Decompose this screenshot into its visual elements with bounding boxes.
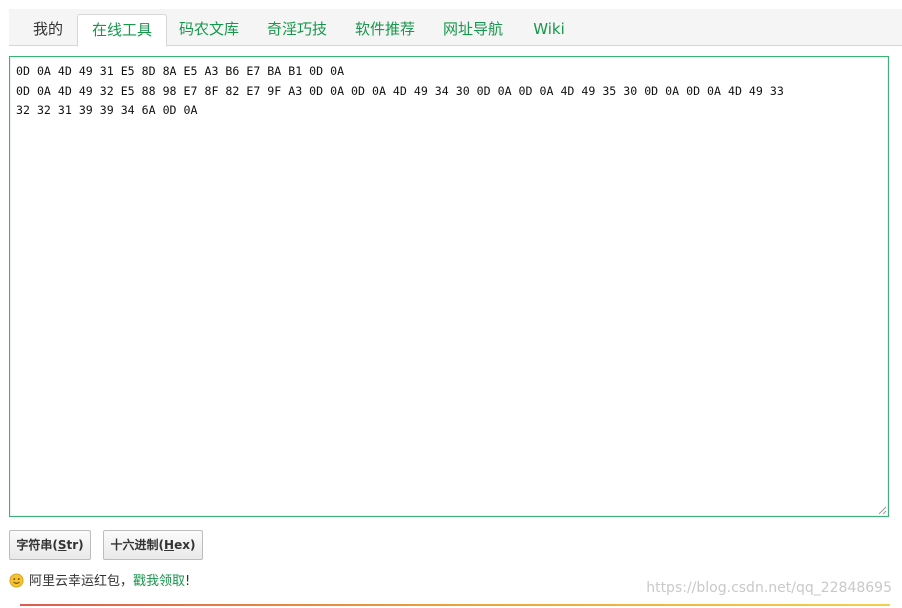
tab-tricks[interactable]: 奇淫巧技	[259, 9, 335, 45]
to-string-label-suffix: )	[78, 538, 84, 552]
promo-link[interactable]: 戳我领取	[133, 574, 185, 589]
tab-wiki[interactable]: Wiki	[523, 9, 575, 45]
tab-url-nav[interactable]: 网址导航	[435, 9, 511, 45]
to-hex-access-key: H	[164, 538, 175, 552]
hex-textarea[interactable]: 0D 0A 4D 49 31 E5 8D 8A E5 A3 B6 E7 BA B…	[9, 56, 889, 517]
to-string-label-prefix: 字符串(	[16, 538, 58, 552]
to-string-access-key: S	[57, 538, 67, 552]
to-string-button[interactable]: 字符串(Str)	[9, 530, 91, 560]
promo-line: 阿里云幸运红包，戳我领取!	[9, 572, 190, 592]
to-hex-label-prefix: 十六进制(	[110, 538, 165, 552]
promo-text: 阿里云幸运红包，	[29, 574, 134, 589]
textarea-line: 0D 0A 4D 49 32 E5 88 98 E7 8F 82 E7 9F A…	[16, 83, 784, 98]
watermark: https://blog.csdn.net/qq_22848695	[646, 580, 892, 596]
bottom-divider	[20, 604, 890, 606]
tab-coder-library[interactable]: 码农文库	[171, 9, 247, 45]
to-string-label-rest: tr	[66, 538, 79, 552]
textarea-line: 32 32 31 39 39 34 6A 0D 0A	[16, 103, 198, 117]
textarea-line: 0D 0A 4D 49 31 E5 8D 8A E5 A3 B6 E7 BA B…	[16, 64, 345, 78]
to-hex-label-rest: ex	[174, 538, 190, 552]
tab-software[interactable]: 软件推荐	[347, 9, 423, 45]
to-hex-label-suffix: )	[189, 538, 196, 552]
smile-icon	[9, 572, 24, 588]
tab-online-tools[interactable]: 在线工具	[77, 14, 167, 47]
textarea-content: 0D 0A 4D 49 31 E5 8D 8A E5 A3 B6 E7 BA B…	[16, 62, 882, 121]
to-hex-button[interactable]: 十六进制(Hex)	[103, 530, 203, 560]
resize-grip-icon[interactable]	[878, 506, 887, 515]
promo-suffix: !	[185, 574, 191, 589]
tab-bar: 我的 在线工具 码农文库 奇淫巧技 软件推荐 网址导航 Wiki	[9, 9, 902, 47]
tab-mine[interactable]: 我的	[23, 9, 73, 45]
